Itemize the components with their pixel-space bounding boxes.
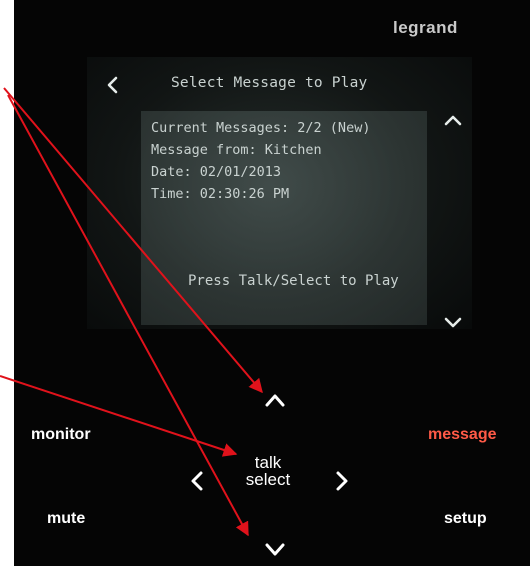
nav-up-chevron-icon[interactable] [260, 389, 290, 411]
play-instruction-text: Press Talk/Select to Play [188, 273, 399, 289]
talk-label: talk [254, 453, 282, 472]
back-chevron-icon[interactable] [101, 73, 125, 97]
monitor-button[interactable]: monitor [31, 426, 91, 444]
scroll-down-chevron-icon[interactable] [442, 313, 464, 331]
current-messages-text: Current Messages: 2/2 (New) [151, 120, 371, 136]
screen-title: Select Message to Play [171, 75, 368, 91]
talk-select-button[interactable]: talk select [237, 454, 299, 488]
setup-button[interactable]: setup [444, 510, 487, 528]
message-details-panel[interactable]: Current Messages: 2/2 (New) Message from… [141, 111, 427, 325]
message-button[interactable]: message [428, 426, 497, 444]
brand-logo: legrand [393, 18, 458, 37]
mute-button[interactable]: mute [47, 510, 85, 528]
message-date-text: Date: 02/01/2013 [151, 164, 282, 180]
display-screen: Select Message to Play Current Messages:… [87, 57, 472, 329]
nav-left-chevron-icon[interactable] [186, 466, 208, 496]
nav-right-chevron-icon[interactable] [331, 466, 353, 496]
select-label: select [245, 470, 291, 489]
intercom-panel: legrand Select Message to Play Current M… [14, 0, 530, 566]
message-from-text: Message from: Kitchen [151, 142, 322, 158]
message-time-text: Time: 02:30:26 PM [151, 186, 290, 202]
nav-down-chevron-icon[interactable] [260, 538, 290, 560]
scroll-up-chevron-icon[interactable] [442, 111, 464, 129]
